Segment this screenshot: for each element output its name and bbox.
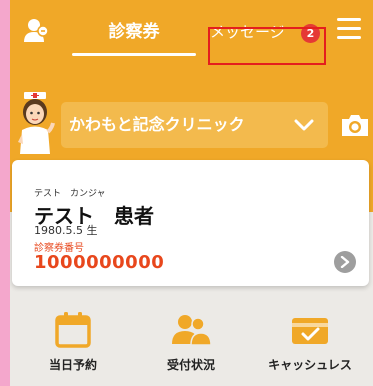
cashless-button[interactable]: キャッシュレス	[255, 296, 365, 386]
reception-status-label: 受付状況	[166, 358, 215, 372]
cashless-label: キャッシュレス	[268, 358, 352, 372]
tab-shinsatsuken[interactable]: 診察券	[72, 14, 196, 54]
action-bar: 当日予約 受付状況 キャッシュレス	[10, 296, 373, 386]
chevron-right-icon	[340, 256, 350, 268]
card-detail-arrow-button[interactable]	[334, 251, 356, 273]
people-icon	[172, 315, 211, 346]
hamburger-menu-icon[interactable]	[337, 18, 361, 40]
app-screen: 診察券 メッセージ 2 かわもと記念クリニック テスト カンジャ テスト 患者 …	[10, 0, 373, 386]
active-tab-indicator	[72, 53, 196, 56]
card-number: 1000000000	[34, 252, 165, 273]
patient-birthdate: 1980.5.5 生	[34, 224, 98, 237]
user-account-icon[interactable]	[24, 18, 50, 42]
patient-card[interactable]: テスト カンジャ テスト 患者 1980.5.5 生 診察券番号 1000000…	[12, 160, 369, 286]
same-day-reservation-button[interactable]: 当日予約	[18, 296, 128, 386]
nurse-mascot-icon	[18, 92, 55, 154]
reception-status-button[interactable]: 受付状況	[136, 296, 246, 386]
camera-icon[interactable]	[340, 112, 370, 138]
patient-kana: テスト カンジャ	[34, 189, 106, 199]
cashless-icon	[292, 318, 328, 344]
clinic-select-dropdown[interactable]: かわもと記念クリニック	[61, 102, 328, 148]
calendar-icon	[55, 312, 91, 348]
clinic-name: かわもと記念クリニック	[69, 115, 245, 134]
same-day-reservation-label: 当日予約	[48, 358, 97, 372]
chevron-down-icon	[294, 119, 314, 131]
message-count-badge: 2	[301, 24, 320, 43]
